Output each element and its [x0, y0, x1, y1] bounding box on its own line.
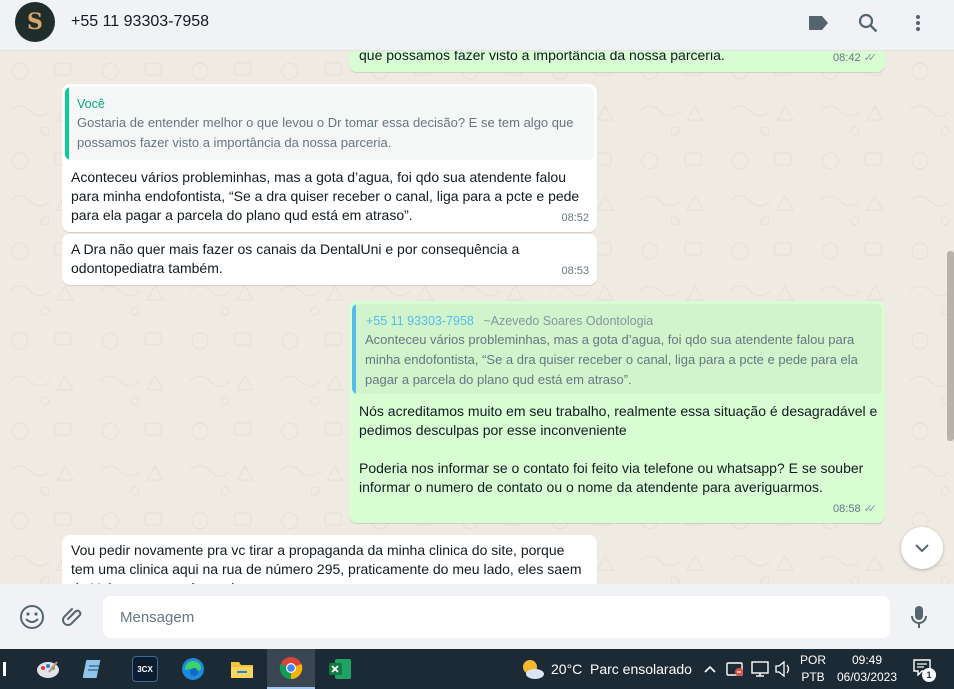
quote-author-line: +55 11 93303-7958 ~Azevedo Soares Odonto…	[366, 312, 653, 331]
message-text: Vou pedir novamente pra vc tirar a propa…	[71, 542, 582, 584]
file-explorer-app[interactable]	[218, 649, 266, 689]
contact-name[interactable]: +55 11 93303-7958	[71, 13, 209, 31]
chat-header: S +55 11 93303-7958	[0, 0, 954, 51]
keyboard-layout: PTB	[801, 670, 825, 684]
message-bubble-incoming[interactable]: Vou pedir novamente pra vc tirar a propa…	[62, 535, 597, 584]
quoted-message[interactable]: +55 11 93303-7958 ~Azevedo Soares Odonto…	[352, 304, 882, 394]
message-timestamp: 08:52	[561, 212, 589, 224]
chrome-app[interactable]	[267, 649, 315, 689]
edge-app[interactable]	[169, 649, 217, 689]
attach-icon[interactable]	[60, 604, 86, 630]
network-icon[interactable]	[750, 659, 770, 684]
message-bubble-incoming[interactable]: Você Gostaria de entender melhor o que l…	[62, 84, 597, 232]
message-bubble-outgoing[interactable]: +55 11 93303-7958 ~Azevedo Soares Odonto…	[349, 301, 885, 523]
message-text: A Dra não quer mais fazer os canais da D…	[71, 241, 520, 276]
paint-app[interactable]	[24, 649, 72, 689]
avatar-letter: S	[27, 9, 43, 35]
message-time: 08:58 ✓✓	[833, 500, 877, 519]
message-bubble-outgoing[interactable]: que possamos fazer visto a importância d…	[349, 51, 885, 72]
quote-text: Gostaria de entender melhor o que levou …	[77, 115, 574, 150]
message-input[interactable]	[103, 596, 890, 638]
input-language[interactable]: POR PTB	[797, 652, 829, 686]
excel-icon	[329, 659, 351, 679]
3cx-icon: 3CX	[132, 656, 158, 682]
microphone-icon[interactable]	[906, 604, 932, 630]
notepad-icon	[83, 660, 101, 678]
contact-avatar[interactable]: S	[15, 2, 55, 42]
double-check-icon: ✓✓	[863, 503, 878, 515]
notifications-button[interactable]: 1	[912, 658, 936, 682]
scroll-down-button[interactable]	[901, 527, 943, 569]
3cx-app[interactable]: 3CX	[121, 649, 169, 689]
windows-taskbar: 3CX 20°C Parc ensolarado POR PTB 09:49 0…	[0, 649, 954, 689]
clock-date: 06/03/2023	[836, 670, 898, 684]
security-icon[interactable]	[725, 659, 745, 684]
notification-badge: 1	[922, 668, 936, 682]
message-composer	[0, 584, 954, 649]
start-edge-icon	[2, 662, 6, 676]
weather-icon[interactable]	[520, 657, 546, 681]
chrome-icon	[279, 657, 303, 680]
quote-author: +55 11 93303-7958	[366, 314, 474, 328]
message-text: Aconteceu vários probleminhas, mas a got…	[71, 169, 580, 223]
message-time: 08:52	[561, 209, 589, 228]
quote-author: Você	[77, 97, 105, 111]
chevron-down-icon	[915, 544, 929, 553]
message-time: 08:42 ✓✓	[833, 51, 877, 68]
notepad-app[interactable]	[71, 649, 119, 689]
message-bubble-incoming[interactable]: A Dra não quer mais fazer os canais da D…	[62, 234, 597, 285]
excel-app[interactable]	[316, 649, 364, 689]
weather-description[interactable]: Parc ensolarado	[590, 661, 692, 677]
chat-scrollbar[interactable]	[947, 251, 954, 441]
message-text: Nós acreditamos muito em seu trabalho, r…	[359, 403, 878, 495]
quote-author-name: ~Azevedo Soares Odontologia	[483, 314, 654, 328]
message-timestamp: 08:42	[833, 52, 861, 64]
language-code: POR	[799, 653, 826, 667]
edge-icon	[182, 658, 204, 680]
message-text: que possamos fazer visto a importância d…	[359, 51, 725, 63]
quote-bar	[65, 87, 69, 160]
quote-bar	[352, 304, 356, 394]
menu-icon[interactable]	[906, 11, 930, 35]
double-check-icon: ✓✓	[863, 52, 878, 64]
clock-time: 09:49	[851, 653, 883, 667]
paint-icon	[37, 661, 59, 678]
message-timestamp: 08:58	[833, 503, 861, 515]
message-time: 08:53	[561, 262, 589, 281]
quoted-message[interactable]: Você Gostaria de entender melhor o que l…	[65, 87, 594, 160]
folder-icon	[231, 662, 253, 678]
search-icon[interactable]	[856, 11, 880, 35]
chat-area[interactable]: que possamos fazer visto a importância d…	[0, 51, 954, 584]
quote-text: Aconteceu vários probleminhas, mas a got…	[365, 332, 858, 387]
volume-icon[interactable]	[773, 659, 793, 684]
weather-temperature[interactable]: 20°C	[551, 661, 582, 677]
system-clock[interactable]: 09:49 06/03/2023	[832, 652, 902, 686]
chevron-up-icon[interactable]	[703, 661, 717, 679]
label-icon[interactable]	[806, 11, 830, 35]
emoji-icon[interactable]	[19, 604, 45, 630]
message-timestamp: 08:53	[561, 265, 589, 277]
